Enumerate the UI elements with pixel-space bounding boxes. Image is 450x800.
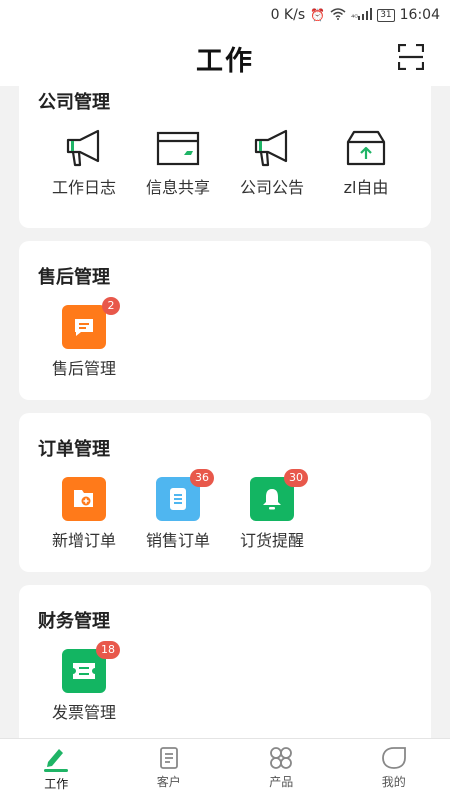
section-finance-management: 财务管理 18 发票管理: [19, 585, 431, 738]
section-title: 订单管理: [38, 439, 110, 460]
item-label: 销售订单: [145, 531, 210, 550]
new-order-item[interactable]: 新增订单: [37, 477, 131, 551]
card-icon: [156, 131, 200, 166]
item-label: 公司公告: [239, 178, 304, 197]
zl-free-item[interactable]: zl自由: [319, 128, 413, 198]
item-label: 新增订单: [51, 531, 116, 550]
section-order-management: 订单管理 新增订单 36 销售订单 30 订货提醒: [19, 413, 431, 572]
work-log-item[interactable]: 工作日志: [37, 128, 131, 198]
content-scroll[interactable]: 公司管理 工作日志 信息共享 公司公告 zl自由 售后管理 2 售后管理 订单管…: [0, 86, 450, 738]
profile-icon: [381, 747, 406, 769]
page-title: 工作: [196, 45, 254, 77]
document-icon: 36: [156, 469, 214, 521]
section-title: 公司管理: [38, 92, 110, 113]
megaphone-icon: [66, 129, 100, 167]
alarm-icon: ⏰: [310, 8, 326, 22]
tab-label: 我的: [381, 775, 406, 789]
item-label: 发票管理: [51, 703, 116, 722]
restock-reminder-item[interactable]: 30 订货提醒: [225, 469, 319, 551]
document-icon: [159, 747, 178, 769]
company-notice-item[interactable]: 公司公告: [225, 128, 319, 198]
clock: 16:04: [399, 7, 440, 23]
tab-work[interactable]: 工作: [0, 739, 113, 800]
tab-label: 产品: [269, 775, 294, 789]
folder-add-icon: [62, 477, 106, 521]
item-label: 订货提醒: [239, 531, 304, 550]
clover-icon: [270, 747, 293, 769]
item-label: zl自由: [343, 178, 389, 197]
section-company-management: 公司管理 工作日志 信息共享 公司公告 zl自由: [19, 86, 431, 228]
count-badge: 18: [96, 641, 120, 659]
box-upload-icon: [346, 130, 386, 166]
after-sales-item[interactable]: 2 售后管理: [37, 297, 131, 379]
bell-icon: 30: [250, 469, 308, 521]
chat-icon: 2: [62, 297, 120, 349]
app-header: 工作: [0, 30, 450, 86]
tab-label: 工作: [44, 777, 69, 791]
wifi-icon: [330, 7, 346, 23]
network-speed: 0 K/s: [270, 7, 306, 23]
tab-customers[interactable]: 客户: [113, 739, 226, 800]
active-tab-indicator: [44, 769, 69, 772]
bottom-tab-bar: 工作 客户 产品 我的: [0, 738, 450, 800]
status-bar: 0 K/s ⏰ ⁴ᴳ 31 16:04: [0, 0, 450, 30]
cell-signal-icon: ⁴ᴳ: [351, 7, 373, 23]
info-share-item[interactable]: 信息共享: [131, 128, 225, 198]
count-badge: 36: [190, 469, 214, 487]
sales-order-item[interactable]: 36 销售订单: [131, 469, 225, 551]
pencil-icon: [47, 749, 64, 767]
tab-label: 客户: [156, 775, 181, 789]
section-after-sales: 售后管理 2 售后管理: [19, 241, 431, 400]
section-title: 售后管理: [38, 267, 110, 288]
scan-icon[interactable]: [397, 43, 425, 71]
item-label: 工作日志: [51, 178, 116, 197]
item-label: 售后管理: [51, 359, 116, 378]
section-title: 财务管理: [38, 611, 110, 632]
ticket-icon: 18: [62, 641, 120, 693]
count-badge: 2: [102, 297, 120, 315]
invoice-management-item[interactable]: 18 发票管理: [37, 641, 131, 723]
tab-mine[interactable]: 我的: [338, 739, 450, 800]
count-badge: 30: [284, 469, 308, 487]
tab-products[interactable]: 产品: [225, 739, 338, 800]
battery-icon: 31: [377, 8, 395, 22]
item-label: 信息共享: [145, 178, 210, 197]
megaphone-icon: [254, 129, 288, 167]
